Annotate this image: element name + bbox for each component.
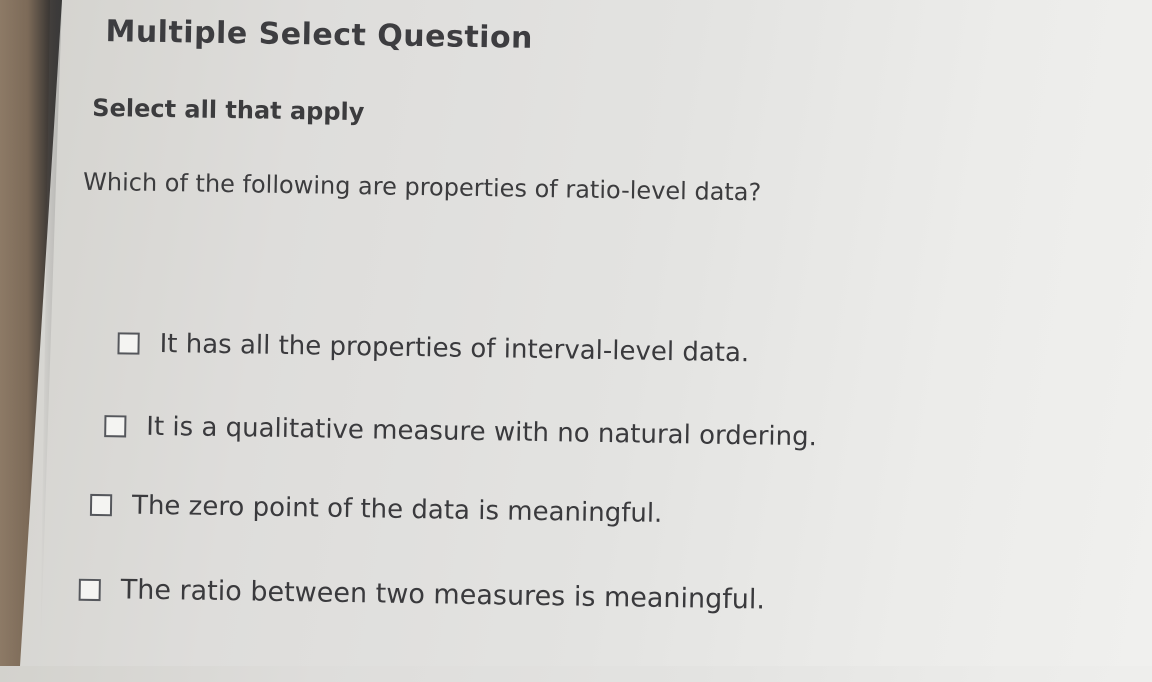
question-instruction: Select all that apply (92, 93, 365, 127)
answer-option-2[interactable]: It is a qualitative measure with no natu… (104, 411, 817, 452)
answer-option-1[interactable]: It has all the properties of interval-le… (117, 328, 749, 368)
answer-checkbox-1[interactable] (117, 332, 140, 355)
answer-label-3[interactable]: The zero point of the data is meaningful… (132, 491, 663, 529)
answer-label-2[interactable]: It is a qualitative measure with no natu… (146, 412, 817, 453)
answer-checkbox-2[interactable] (104, 415, 127, 438)
answer-option-3[interactable]: The zero point of the data is meaningful… (89, 490, 663, 529)
answer-checkbox-3[interactable] (89, 493, 113, 517)
answer-label-4[interactable]: The ratio between two measures is meanin… (120, 574, 765, 615)
question-type-heading: Multiple Select Question (105, 14, 534, 56)
question-prompt: Which of the following are properties of… (82, 167, 762, 207)
answer-label-1[interactable]: It has all the properties of interval-le… (159, 329, 749, 368)
question-panel: Multiple Select Question Select all that… (0, 0, 1152, 682)
answer-checkbox-4[interactable] (78, 578, 101, 601)
answer-option-4[interactable]: The ratio between two measures is meanin… (78, 574, 765, 616)
